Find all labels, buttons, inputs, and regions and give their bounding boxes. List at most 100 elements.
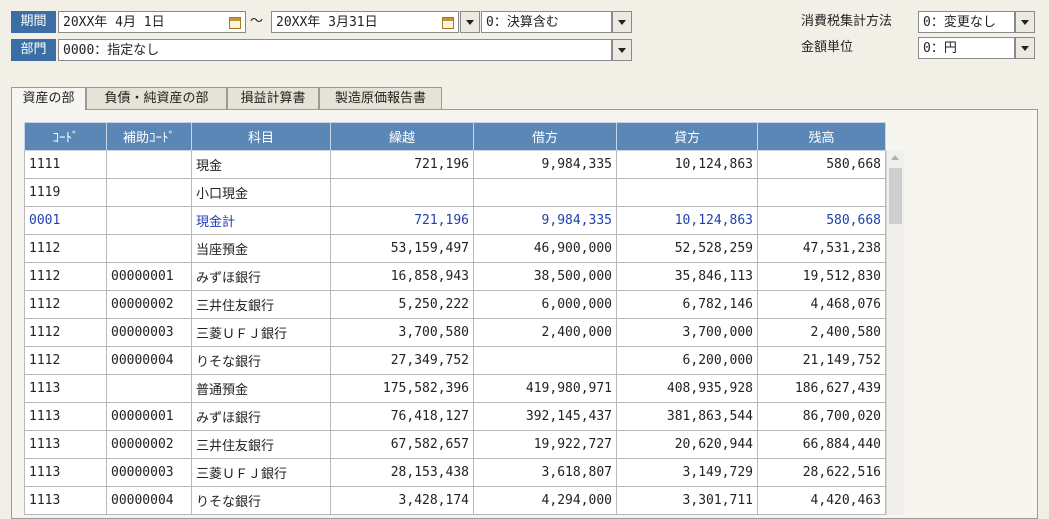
row-carryover[interactable]: 53,159,497 <box>330 234 474 263</box>
row-credit[interactable]: 408,935,928 <box>616 374 758 403</box>
row-sub-code[interactable] <box>106 374 192 403</box>
row-code[interactable]: 1112 <box>24 262 107 291</box>
row-balance[interactable]: 4,468,076 <box>757 290 886 319</box>
row-credit[interactable]: 3,700,000 <box>616 318 758 347</box>
row-account[interactable]: 当座預金 <box>191 234 331 263</box>
row-balance[interactable]: 2,400,580 <box>757 318 886 347</box>
row-code[interactable]: 1113 <box>24 402 107 431</box>
row-carryover[interactable]: 3,700,580 <box>330 318 474 347</box>
row-balance[interactable]: 4,420,463 <box>757 486 886 515</box>
row-carryover[interactable]: 3,428,174 <box>330 486 474 515</box>
row-credit[interactable]: 35,846,113 <box>616 262 758 291</box>
row-balance[interactable]: 580,668 <box>757 206 886 235</box>
row-code[interactable]: 1112 <box>24 346 107 375</box>
row-account[interactable]: りそな銀行 <box>191 486 331 515</box>
col-header-debit[interactable]: 借方 <box>473 122 617 151</box>
table-row[interactable]: 1111 現金 721,196 9,984,335 10,124,863 580,668 <box>24 150 886 179</box>
row-sub-code[interactable]: 00000003 <box>106 318 192 347</box>
row-credit[interactable]: 3,149,729 <box>616 458 758 487</box>
settlement-select[interactable]: 0：決算含む <box>481 11 612 33</box>
row-account[interactable]: 三井住友銀行 <box>191 290 331 319</box>
row-debit[interactable]: 9,984,335 <box>473 206 617 235</box>
row-account[interactable]: みずほ銀行 <box>191 402 331 431</box>
row-carryover[interactable]: 27,349,752 <box>330 346 474 375</box>
row-balance[interactable]: 28,622,516 <box>757 458 886 487</box>
table-row[interactable]: 1113 00000003 三菱ＵＦＪ銀行 28,153,438 3,618,807 3,… <box>24 458 886 487</box>
row-debit[interactable]: 392,145,437 <box>473 402 617 431</box>
row-debit[interactable]: 38,500,000 <box>473 262 617 291</box>
row-credit[interactable]: 6,782,146 <box>616 290 758 319</box>
table-row[interactable]: 1112 00000003 三菱ＵＦＪ銀行 3,700,580 2,400,000 3,7… <box>24 318 886 347</box>
col-header-credit[interactable]: 貸方 <box>616 122 758 151</box>
row-code[interactable]: 1112 <box>24 290 107 319</box>
row-debit[interactable]: 46,900,000 <box>473 234 617 263</box>
row-debit[interactable] <box>473 178 617 207</box>
row-carryover[interactable] <box>330 178 474 207</box>
row-balance[interactable]: 66,884,440 <box>757 430 886 459</box>
tab-manufacturing-cost[interactable]: 製造原価報告書 <box>319 87 442 109</box>
row-account[interactable]: 三井住友銀行 <box>191 430 331 459</box>
row-credit[interactable]: 3,301,711 <box>616 486 758 515</box>
row-code[interactable]: 1113 <box>24 430 107 459</box>
start-date-field[interactable]: 20XX年 4月 1日 <box>58 11 246 33</box>
row-carryover[interactable]: 28,153,438 <box>330 458 474 487</box>
row-account[interactable]: 現金計 <box>191 206 331 235</box>
table-row[interactable]: 1113 普通預金 175,582,396 419,980,971 408,935,92… <box>24 374 886 403</box>
row-code[interactable]: 1113 <box>24 458 107 487</box>
row-balance[interactable]: 19,512,830 <box>757 262 886 291</box>
row-debit[interactable]: 3,618,807 <box>473 458 617 487</box>
row-code[interactable]: 1111 <box>24 150 107 179</box>
row-debit[interactable]: 4,294,000 <box>473 486 617 515</box>
row-credit[interactable]: 10,124,863 <box>616 150 758 179</box>
col-header-account[interactable]: 科目 <box>191 122 331 151</box>
row-credit[interactable]: 381,863,544 <box>616 402 758 431</box>
table-row[interactable]: 1119 小口現金 <box>24 178 886 207</box>
row-code[interactable]: 1112 <box>24 234 107 263</box>
row-account[interactable]: 小口現金 <box>191 178 331 207</box>
tax-method-select[interactable]: 0：変更なし <box>918 11 1015 33</box>
vertical-scrollbar[interactable] <box>886 150 904 515</box>
row-sub-code[interactable]: 00000002 <box>106 290 192 319</box>
row-credit[interactable] <box>616 178 758 207</box>
table-row[interactable]: 1113 00000004 りそな銀行 3,428,174 4,294,000 3,301… <box>24 486 886 515</box>
row-balance[interactable]: 580,668 <box>757 150 886 179</box>
row-carryover[interactable]: 76,418,127 <box>330 402 474 431</box>
row-account[interactable]: 三菱ＵＦＪ銀行 <box>191 458 331 487</box>
row-code[interactable]: 1119 <box>24 178 107 207</box>
calendar-icon[interactable] <box>442 17 454 29</box>
row-carryover[interactable]: 67,582,657 <box>330 430 474 459</box>
tab-income-statement[interactable]: 損益計算書 <box>227 87 319 109</box>
table-row[interactable]: 1112 00000002 三井住友銀行 5,250,222 6,000,000 6,78… <box>24 290 886 319</box>
row-account[interactable]: みずほ銀行 <box>191 262 331 291</box>
table-row[interactable]: 1113 00000002 三井住友銀行 67,582,657 19,922,727 20… <box>24 430 886 459</box>
scroll-up-icon[interactable] <box>891 155 899 160</box>
row-account[interactable]: 普通預金 <box>191 374 331 403</box>
table-row[interactable]: 1112 当座預金 53,159,497 46,900,000 52,528,259 47… <box>24 234 886 263</box>
row-sub-code[interactable] <box>106 178 192 207</box>
row-sub-code[interactable]: 00000003 <box>106 458 192 487</box>
row-carryover[interactable]: 5,250,222 <box>330 290 474 319</box>
row-sub-code[interactable]: 00000004 <box>106 486 192 515</box>
chevron-down-icon[interactable] <box>460 11 480 33</box>
scroll-thumb[interactable] <box>889 168 902 224</box>
table-row[interactable]: 1113 00000001 みずほ銀行 76,418,127 392,145,437 38… <box>24 402 886 431</box>
tab-liabilities[interactable]: 負債・純資産の部 <box>86 87 227 109</box>
row-credit[interactable]: 52,528,259 <box>616 234 758 263</box>
chevron-down-icon[interactable] <box>612 11 632 33</box>
row-balance[interactable] <box>757 178 886 207</box>
chevron-down-icon[interactable] <box>612 39 632 61</box>
row-credit[interactable]: 20,620,944 <box>616 430 758 459</box>
row-sub-code[interactable]: 00000004 <box>106 346 192 375</box>
calendar-icon[interactable] <box>229 17 241 29</box>
row-account[interactable]: 現金 <box>191 150 331 179</box>
row-sub-code[interactable] <box>106 206 192 235</box>
chevron-down-icon[interactable] <box>1015 37 1035 59</box>
col-header-balance[interactable]: 残高 <box>757 122 886 151</box>
row-code[interactable]: 0001 <box>24 206 107 235</box>
row-code[interactable]: 1113 <box>24 486 107 515</box>
row-carryover[interactable]: 175,582,396 <box>330 374 474 403</box>
row-sub-code[interactable] <box>106 234 192 263</box>
row-credit[interactable]: 6,200,000 <box>616 346 758 375</box>
row-sub-code[interactable]: 00000001 <box>106 402 192 431</box>
row-debit[interactable] <box>473 346 617 375</box>
